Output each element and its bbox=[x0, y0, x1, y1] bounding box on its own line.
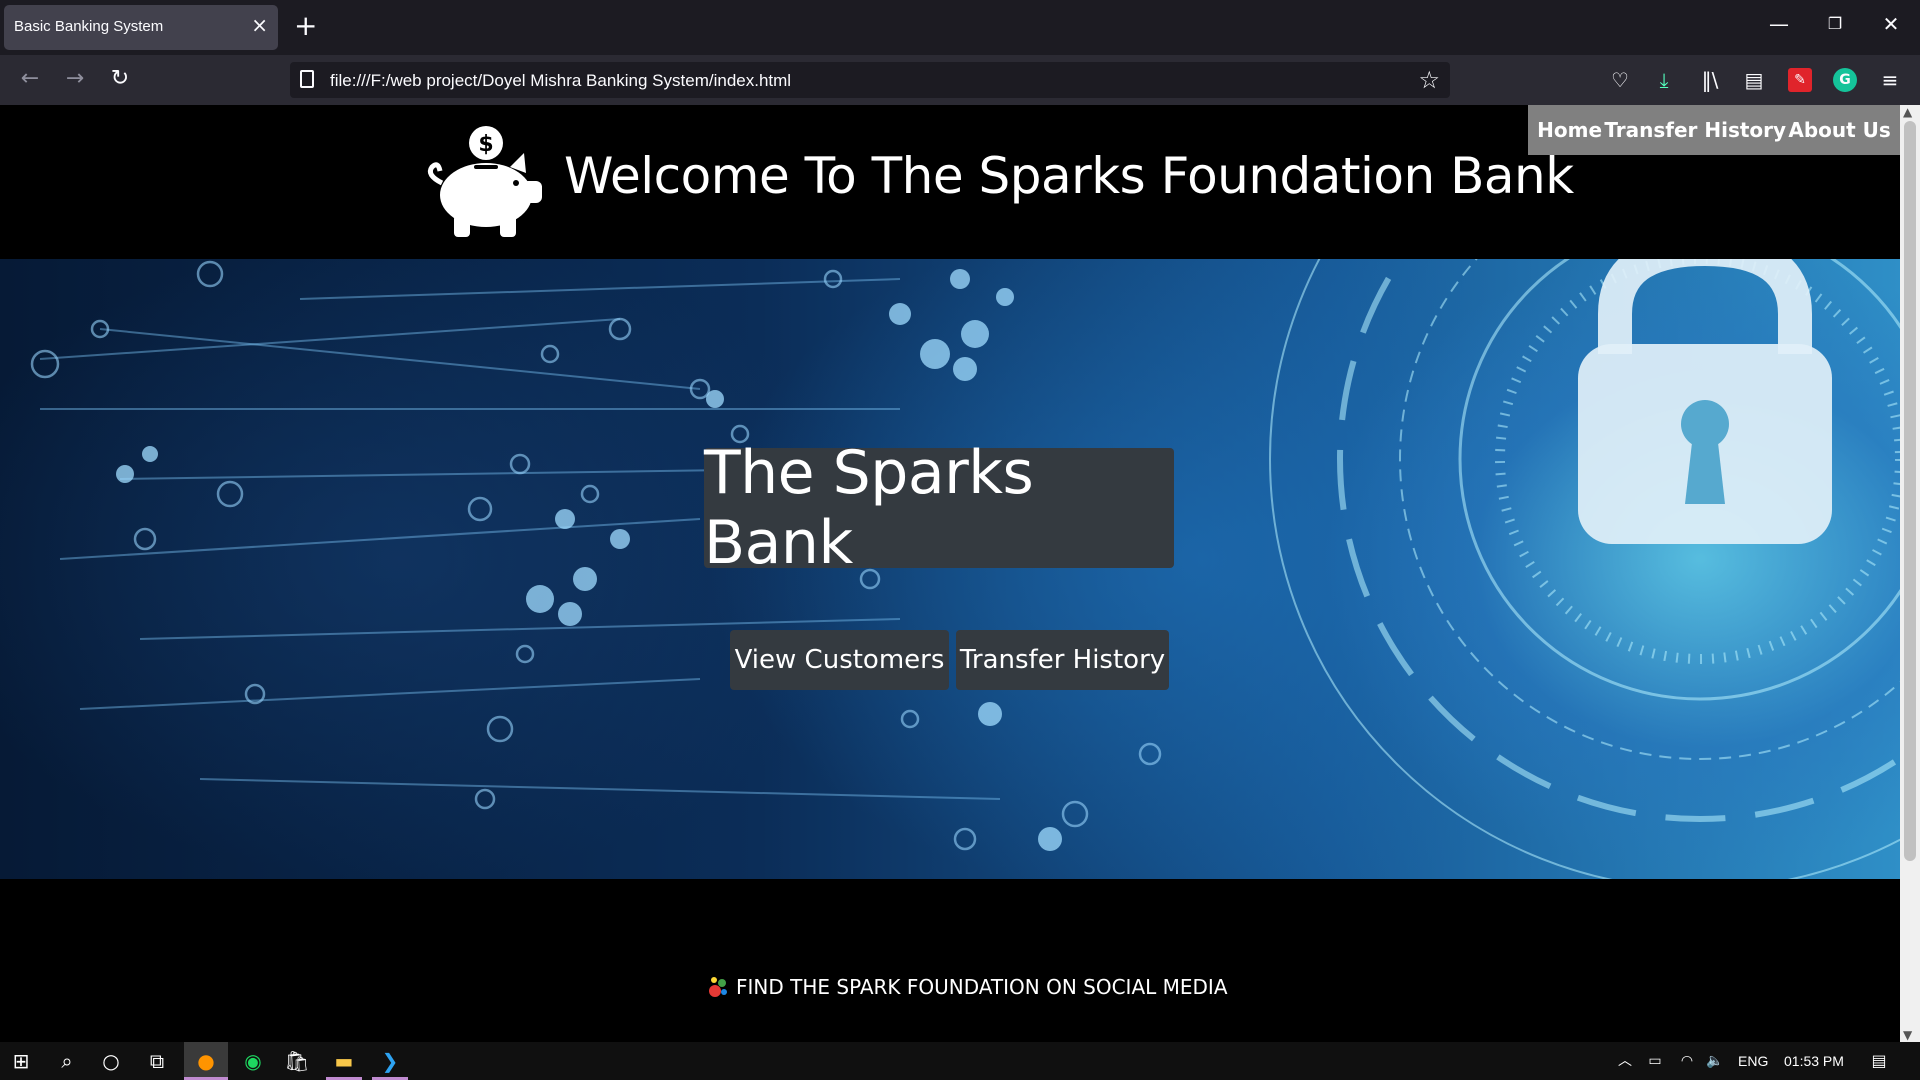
browser-tab-bar: Basic Banking System × + — ❐ ✕ bbox=[0, 0, 1920, 55]
firefox-icon: ● bbox=[197, 1049, 215, 1073]
cortana-icon[interactable]: ○ bbox=[98, 1049, 124, 1073]
store-icon[interactable]: 🛍 bbox=[284, 1049, 310, 1073]
new-tab-icon[interactable]: + bbox=[294, 12, 317, 40]
reload-icon[interactable]: ↻ bbox=[106, 67, 134, 91]
pocket-icon[interactable]: ♡ bbox=[1608, 68, 1632, 92]
file-explorer-taskbar-item[interactable]: ▬ bbox=[322, 1042, 366, 1080]
sidebar-icon[interactable]: ▤ bbox=[1742, 68, 1766, 92]
firefox-taskbar-item[interactable]: ● bbox=[184, 1042, 228, 1080]
spotify-icon[interactable]: ◉ bbox=[240, 1049, 266, 1073]
url-text[interactable]: file:///F:/web project/Doyel Mishra Bank… bbox=[330, 71, 791, 91]
scroll-thumb[interactable] bbox=[1904, 121, 1916, 861]
vscode-icon: ❯ bbox=[381, 1049, 399, 1073]
page-scrollbar[interactable]: ▲ ▼ bbox=[1900, 105, 1920, 1042]
scroll-up-icon[interactable]: ▲ bbox=[1903, 105, 1912, 119]
nav-home-link[interactable]: Home bbox=[1537, 118, 1602, 142]
minimize-icon[interactable]: — bbox=[1764, 12, 1794, 36]
hero-banner: The Sparks Bank View Customers Transfer … bbox=[0, 259, 1900, 879]
svg-text:$: $ bbox=[478, 132, 493, 157]
extension-icon[interactable]: ✎ bbox=[1788, 68, 1812, 92]
battery-icon[interactable]: ▭ bbox=[1642, 1049, 1668, 1073]
task-view-icon[interactable]: ⧉ bbox=[144, 1049, 170, 1073]
site-nav: Home Transfer History About Us bbox=[1528, 105, 1900, 155]
hero-title-box: The Sparks Bank bbox=[704, 438, 1174, 578]
padlock-icon bbox=[1578, 259, 1832, 544]
page-icon bbox=[300, 70, 314, 88]
browser-tab[interactable]: Basic Banking System × bbox=[4, 5, 278, 50]
grammarly-icon[interactable]: G bbox=[1833, 68, 1857, 92]
tab-title: Basic Banking System bbox=[14, 18, 164, 35]
sparks-logo-icon bbox=[709, 977, 727, 997]
forward-icon[interactable]: → bbox=[61, 67, 89, 91]
tray-expand-icon[interactable]: ︿ bbox=[1612, 1049, 1638, 1073]
nav-about-link[interactable]: About Us bbox=[1788, 118, 1890, 142]
search-icon[interactable]: ⌕ bbox=[54, 1049, 80, 1073]
library-icon[interactable]: ‖\ bbox=[1698, 68, 1722, 92]
notifications-icon[interactable]: ▤ bbox=[1866, 1049, 1892, 1073]
volume-icon[interactable]: 🔈 bbox=[1702, 1049, 1728, 1073]
wifi-icon[interactable]: ◠ bbox=[1674, 1049, 1700, 1073]
menu-icon[interactable]: ≡ bbox=[1878, 68, 1902, 92]
clock[interactable]: 01:53 PM bbox=[1784, 1053, 1844, 1069]
footer-social: FIND THE SPARK FOUNDATION ON SOCIAL MEDI… bbox=[706, 975, 1228, 999]
back-icon[interactable]: ← bbox=[16, 67, 44, 91]
language-indicator[interactable]: ENG bbox=[1738, 1053, 1768, 1069]
site-title: Welcome To The Sparks Foundation Bank bbox=[564, 147, 1574, 205]
close-icon[interactable]: ✕ bbox=[1876, 12, 1906, 36]
transfer-history-button[interactable]: Transfer History bbox=[956, 630, 1169, 690]
download-icon[interactable]: ⤓ bbox=[1652, 68, 1676, 92]
scroll-down-icon[interactable]: ▼ bbox=[1903, 1028, 1912, 1042]
restore-icon[interactable]: ❐ bbox=[1820, 14, 1850, 33]
taskbar: ⊞ ⌕ ○ ⧉ ● ◉ 🛍 ▬ ❯ ︿ ▭ ◠ 🔈 ENG 01:53 PM ▤ bbox=[0, 1042, 1920, 1080]
url-bar[interactable]: file:///F:/web project/Doyel Mishra Bank… bbox=[290, 62, 1450, 98]
view-customers-button[interactable]: View Customers bbox=[730, 630, 949, 690]
bookmark-star-icon[interactable]: ☆ bbox=[1418, 66, 1440, 94]
web-page: $ Welcome To The Sparks Foundation Bank … bbox=[0, 105, 1900, 1042]
browser-toolbar: ← → ↻ file:///F:/web project/Doyel Mishr… bbox=[0, 55, 1920, 105]
tab-close-icon[interactable]: × bbox=[251, 15, 268, 35]
hero-title: The Sparks Bank bbox=[704, 438, 1034, 578]
nav-transfer-history-link[interactable]: Transfer History bbox=[1604, 118, 1786, 142]
vscode-taskbar-item[interactable]: ❯ bbox=[368, 1042, 412, 1080]
windows-start-icon[interactable]: ⊞ bbox=[8, 1049, 34, 1073]
piggy-bank-icon: $ bbox=[427, 126, 542, 237]
footer-text: FIND THE SPARK FOUNDATION ON SOCIAL MEDI… bbox=[736, 975, 1228, 999]
folder-icon: ▬ bbox=[334, 1049, 354, 1073]
